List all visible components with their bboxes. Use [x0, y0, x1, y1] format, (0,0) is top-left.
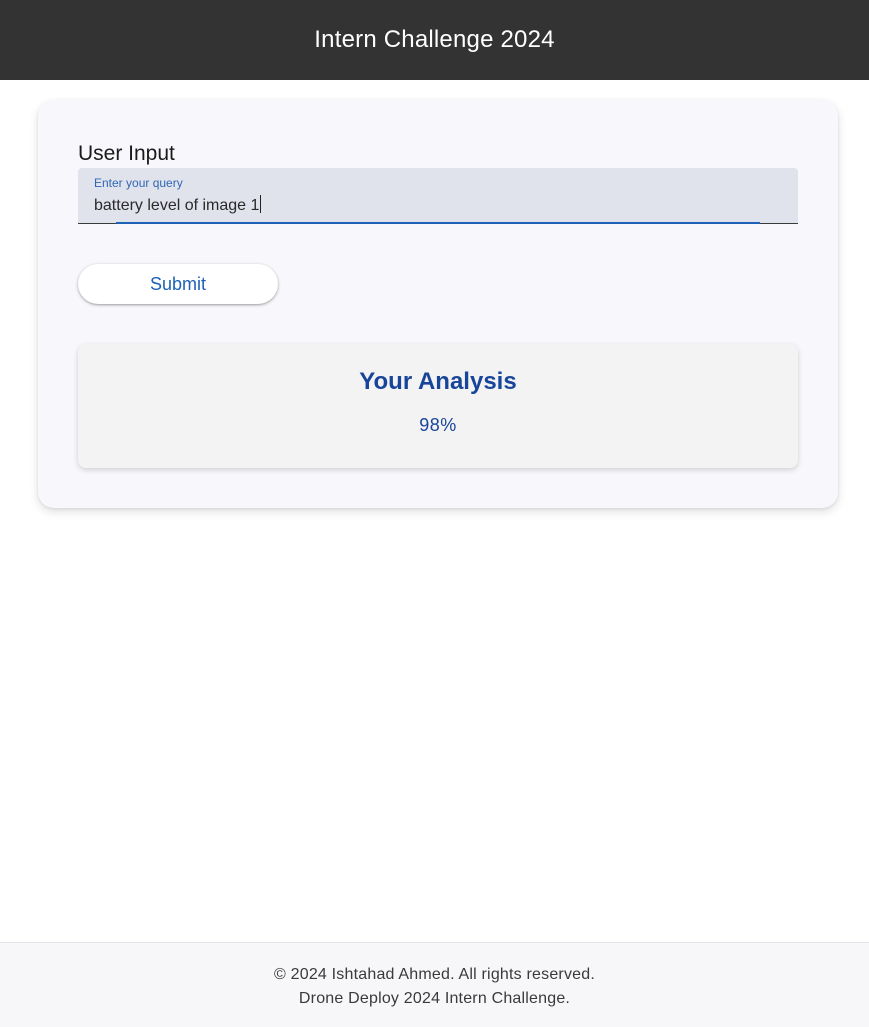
analysis-value: 98%	[419, 415, 457, 435]
main-card: User Input Enter your query battery leve…	[38, 100, 838, 508]
query-input-label: Enter your query	[94, 176, 183, 190]
query-input[interactable]: Enter your query battery level of image …	[78, 168, 798, 224]
app-header: Intern Challenge 2024	[0, 0, 869, 80]
app-footer: © 2024 Ishtahad Ahmed. All rights reserv…	[0, 942, 869, 1027]
footer-subtitle: Drone Deploy 2024 Intern Challenge.	[298, 990, 571, 1007]
section-heading: User Input	[78, 142, 175, 165]
submit-button[interactable]: Submit	[78, 264, 278, 304]
query-input-text: battery level of image 1	[94, 197, 260, 214]
query-input-value[interactable]: battery level of image 1	[94, 195, 262, 215]
analysis-result-card: Your Analysis 98%	[78, 344, 798, 468]
analysis-title: Your Analysis	[359, 368, 517, 395]
footer-copyright: © 2024 Ishtahad Ahmed. All rights reserv…	[273, 966, 595, 983]
page: Intern Challenge 2024 User Input Enter y…	[0, 0, 869, 1027]
app-title: Intern Challenge 2024	[314, 26, 555, 53]
focus-underline	[116, 222, 760, 224]
text-cursor	[260, 195, 262, 213]
